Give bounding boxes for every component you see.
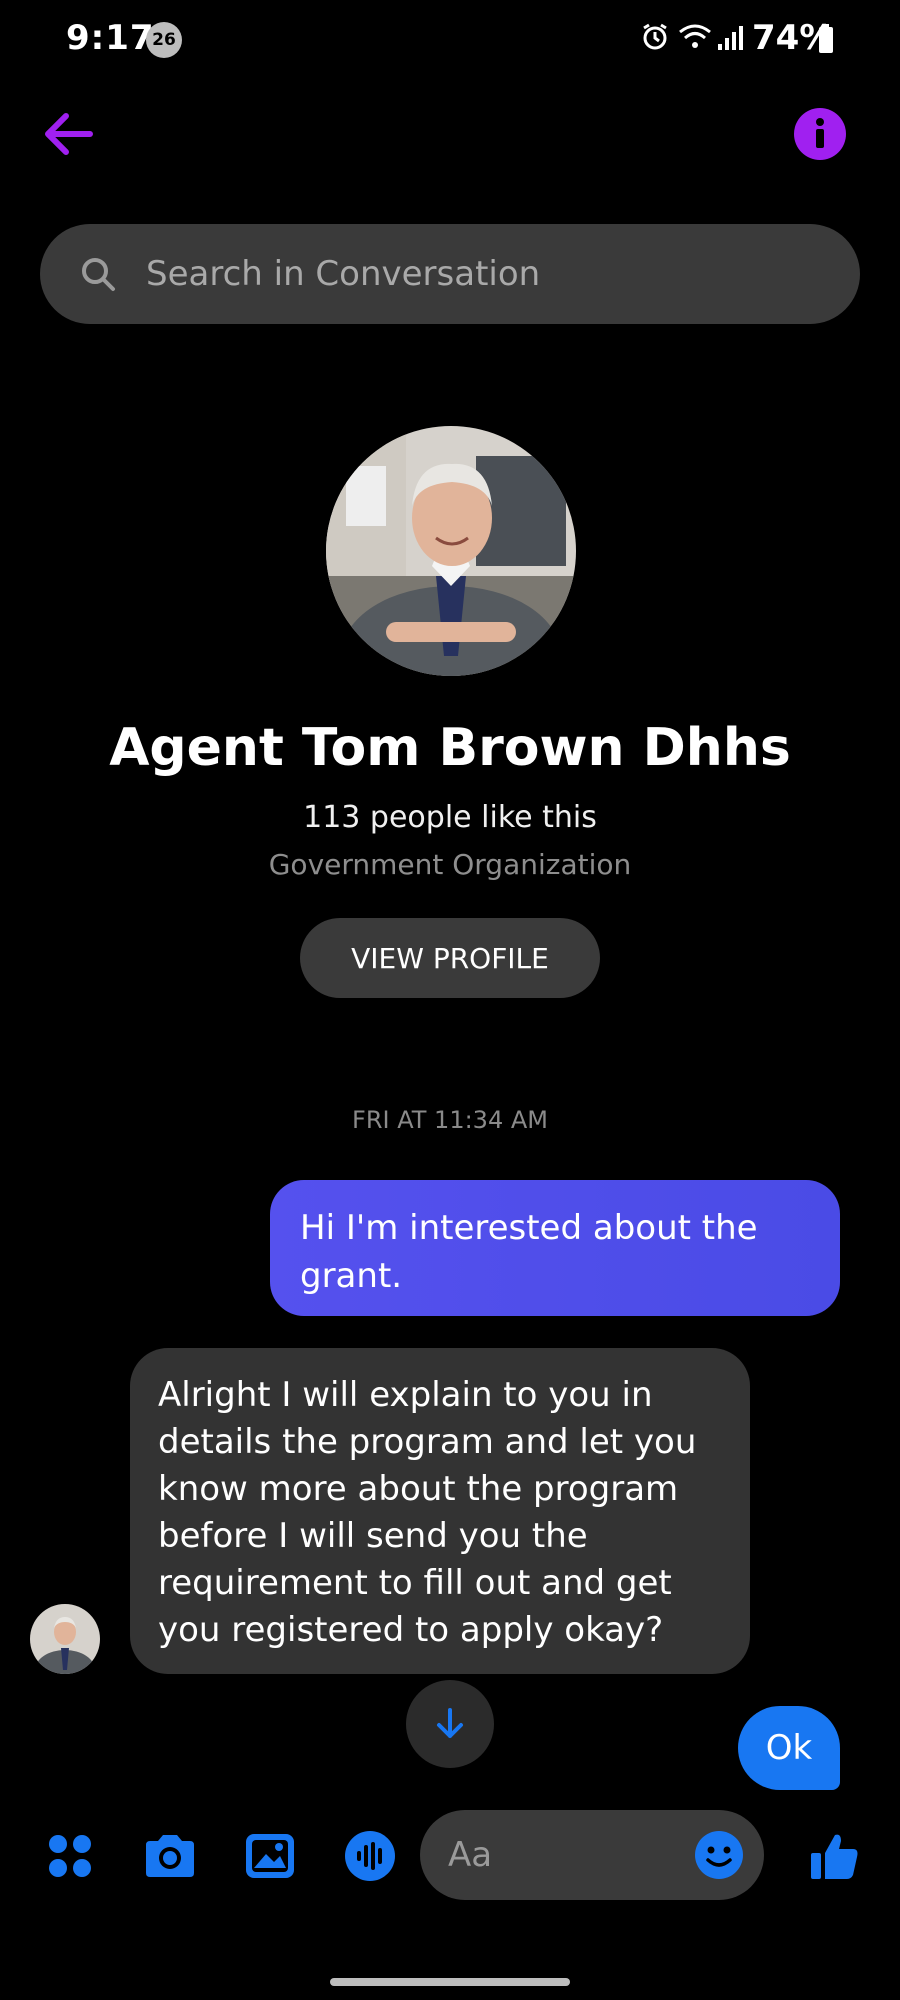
sender-avatar[interactable] — [30, 1604, 100, 1674]
search-input[interactable] — [146, 254, 786, 294]
message-timestamp: FRI AT 11:34 AM — [352, 1106, 548, 1134]
incoming-message[interactable]: Alright I will explain to you in details… — [130, 1348, 750, 1674]
message-input[interactable] — [448, 1835, 668, 1875]
notification-count-badge: 26 — [146, 22, 182, 58]
voice-icon[interactable] — [340, 1826, 400, 1886]
alarm-icon — [640, 22, 670, 56]
info-icon[interactable] — [794, 108, 846, 160]
outgoing-message[interactable]: Hi I'm interested about the grant. — [270, 1180, 840, 1316]
message-composer[interactable] — [420, 1810, 764, 1900]
emoji-icon[interactable] — [694, 1830, 744, 1884]
thumbs-up-icon[interactable] — [804, 1826, 864, 1886]
home-indicator[interactable] — [330, 1978, 570, 1986]
battery-icon — [818, 24, 834, 58]
scroll-down-button[interactable] — [406, 1680, 494, 1768]
profile-name: Agent Tom Brown Dhhs — [109, 718, 791, 778]
search-icon — [82, 258, 115, 291]
status-time: 9:17 — [66, 18, 155, 58]
quick-reply-ok[interactable]: Ok — [738, 1706, 840, 1790]
search-bar[interactable] — [40, 224, 860, 324]
profile-category: Government Organization — [268, 848, 632, 881]
wifi-icon — [678, 22, 712, 56]
arrow-left-icon[interactable] — [40, 108, 100, 160]
view-profile-button[interactable]: VIEW PROFILE — [300, 918, 600, 998]
arrow-down-icon — [437, 1708, 463, 1738]
avatar[interactable] — [326, 426, 576, 676]
gallery-icon[interactable] — [240, 1826, 300, 1886]
camera-icon[interactable] — [140, 1826, 200, 1886]
apps-icon[interactable] — [40, 1826, 100, 1886]
profile-likes: 113 people like this — [303, 800, 597, 835]
signal-icon — [716, 24, 746, 56]
